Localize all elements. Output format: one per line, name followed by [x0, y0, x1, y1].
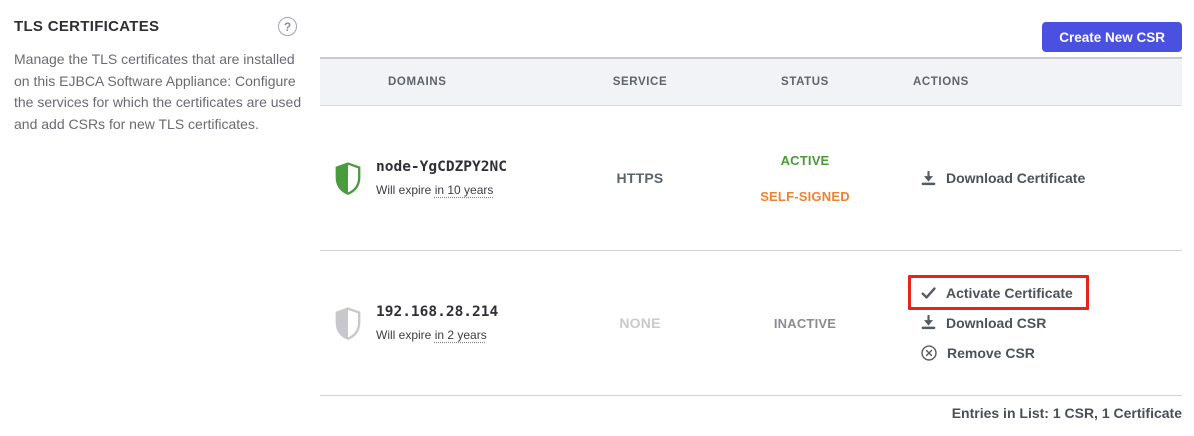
help-icon[interactable]: ?	[278, 17, 297, 36]
info-panel: TLS CERTIFICATES ? Manage the TLS certif…	[14, 17, 314, 135]
download-certificate-action[interactable]: Download Certificate	[920, 170, 1085, 187]
service-value: HTTPS	[570, 170, 710, 186]
status-cell: INACTIVE	[710, 316, 900, 331]
action-label: Activate Certificate	[946, 285, 1073, 301]
domains-cell: node-YgCDZPY2NC Will expire in 10 years	[320, 159, 570, 197]
shield-icon	[334, 307, 362, 340]
domains-cell: 192.168.28.214 Will expire in 2 years	[320, 304, 570, 342]
status-badge-self-signed: SELF-SIGNED	[760, 189, 850, 204]
domain-name: node-YgCDZPY2NC	[376, 159, 507, 175]
table-row: node-YgCDZPY2NC Will expire in 10 years …	[320, 106, 1182, 251]
domain-info: 192.168.28.214 Will expire in 2 years	[376, 304, 498, 342]
actions-cell: Download Certificate	[900, 170, 1182, 187]
expiry-text: Will expire in 2 years	[376, 328, 498, 342]
shield-icon	[334, 162, 362, 195]
expiry-prefix: Will expire	[376, 328, 431, 342]
status-badge-inactive: INACTIVE	[774, 316, 836, 331]
expiry-tooltip-trigger[interactable]: in 10 years	[435, 183, 494, 197]
column-header-service: SERVICE	[570, 76, 710, 88]
column-header-status: STATUS	[710, 76, 900, 88]
remove-csr-action[interactable]: Remove CSR	[920, 344, 1035, 362]
status-badge-active: ACTIVE	[781, 153, 830, 168]
page-description: Manage the TLS certificates that are ins…	[14, 49, 314, 135]
domain-name: 192.168.28.214	[376, 304, 498, 320]
expiry-text: Will expire in 10 years	[376, 183, 507, 197]
info-panel-header: TLS CERTIFICATES ?	[14, 17, 314, 36]
action-label: Download Certificate	[946, 170, 1085, 186]
page-title: TLS CERTIFICATES	[14, 18, 159, 35]
annotation-highlight-box: Activate Certificate	[908, 275, 1089, 310]
expiry-prefix: Will expire	[376, 183, 431, 197]
download-icon	[920, 314, 937, 331]
download-csr-action[interactable]: Download CSR	[920, 314, 1046, 331]
remove-icon	[920, 344, 938, 362]
table-row: 192.168.28.214 Will expire in 2 years NO…	[320, 251, 1182, 396]
action-label: Remove CSR	[947, 345, 1035, 361]
certificates-table: DOMAINS SERVICE STATUS ACTIONS node-YgCD…	[320, 57, 1182, 421]
check-icon	[920, 284, 937, 301]
action-label: Download CSR	[946, 315, 1046, 331]
column-header-domains: DOMAINS	[320, 76, 570, 88]
download-icon	[920, 170, 937, 187]
service-value: NONE	[570, 315, 710, 331]
column-header-actions: ACTIONS	[900, 76, 1182, 88]
actions-cell: Activate Certificate Download CSR	[900, 284, 1182, 362]
domain-info: node-YgCDZPY2NC Will expire in 10 years	[376, 159, 507, 197]
status-cell: ACTIVE SELF-SIGNED	[710, 153, 900, 204]
create-new-csr-button[interactable]: Create New CSR	[1042, 22, 1182, 52]
table-header-row: DOMAINS SERVICE STATUS ACTIONS	[320, 57, 1182, 106]
activate-certificate-action[interactable]: Activate Certificate	[920, 284, 1073, 301]
tls-certificates-page: TLS CERTIFICATES ? Manage the TLS certif…	[0, 0, 1194, 436]
entries-summary: Entries in List: 1 CSR, 1 Certificate	[320, 396, 1182, 421]
expiry-tooltip-trigger[interactable]: in 2 years	[435, 328, 487, 342]
